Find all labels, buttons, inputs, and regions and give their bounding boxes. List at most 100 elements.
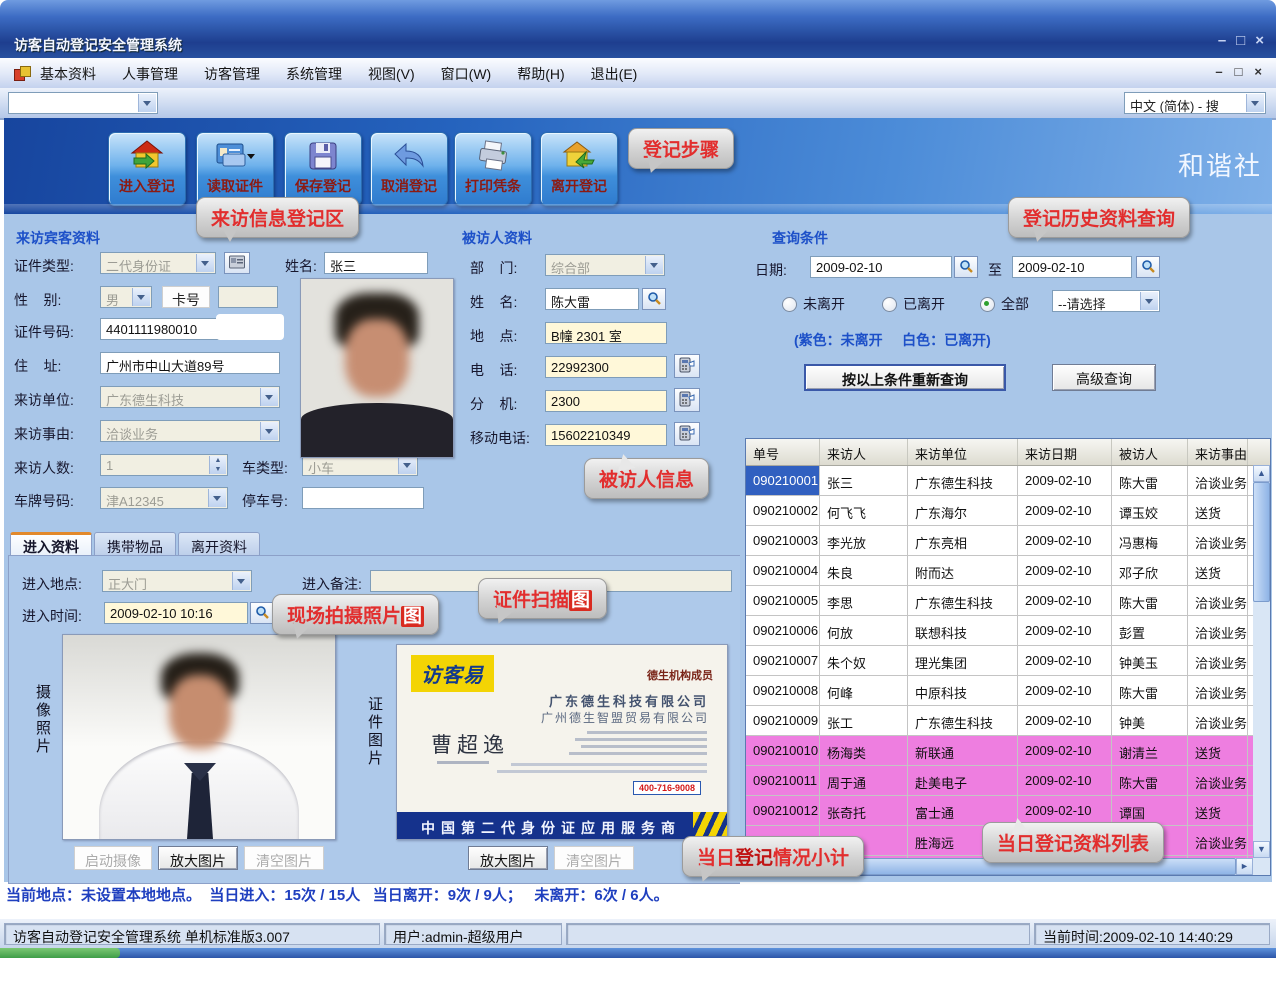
table-row[interactable]: 090210007朱个奴理光集团2009-02-10钟美玉洽谈业务: [746, 646, 1270, 676]
menu-basic-data[interactable]: 基本资料: [40, 64, 96, 84]
menu-help[interactable]: 帮助(H): [517, 64, 564, 84]
menu-exit[interactable]: 退出(E): [591, 64, 638, 84]
radio-all[interactable]: 全部: [980, 294, 1029, 314]
table-row[interactable]: 090210008何峰中原科技2009-02-10陈大雷洽谈业务: [746, 676, 1270, 706]
column-header[interactable]: 来访事由: [1188, 439, 1248, 465]
table-cell[interactable]: 090210003: [746, 526, 820, 555]
chevron-down-icon[interactable]: [132, 288, 150, 306]
table-cell[interactable]: 洽谈业务: [1188, 616, 1248, 645]
entry-time-picker-button[interactable]: [250, 602, 274, 624]
vertical-scrollbar[interactable]: ▲ ▼: [1253, 465, 1270, 858]
dept-combo[interactable]: 综合部: [545, 254, 665, 276]
table-cell[interactable]: 李思: [820, 586, 908, 615]
ext-input[interactable]: 2300: [545, 390, 667, 412]
menu-view[interactable]: 视图(V): [368, 64, 415, 84]
table-cell[interactable]: 杨海类: [820, 736, 908, 765]
date-from-input[interactable]: 2009-02-10: [810, 256, 952, 278]
table-row[interactable]: 090210004朱良附而达2009-02-10邓子欣送货: [746, 556, 1270, 586]
column-header[interactable]: 来访日期: [1018, 439, 1112, 465]
table-cell[interactable]: 送货: [1188, 736, 1248, 765]
column-header[interactable]: 来访人: [820, 439, 908, 465]
table-cell[interactable]: 090210007: [746, 646, 820, 675]
scroll-right-icon[interactable]: ►: [1236, 858, 1253, 875]
scroll-down-icon[interactable]: ▼: [1253, 841, 1270, 858]
mdi-close-icon[interactable]: ×: [1254, 64, 1262, 79]
chevron-down-icon[interactable]: [208, 489, 226, 507]
chevron-down-icon[interactable]: [196, 254, 214, 272]
table-cell[interactable]: 张奇托: [820, 796, 908, 825]
menu-window[interactable]: 窗口(W): [441, 64, 492, 84]
table-cell[interactable]: 2009-02-10: [1018, 766, 1112, 795]
spinner-arrows-icon[interactable]: ▲▼: [209, 456, 226, 474]
table-cell[interactable]: 送货: [1188, 796, 1248, 825]
mdi-minimize-icon[interactable]: –: [1215, 64, 1222, 79]
entry-time-input[interactable]: 2009-02-10 10:16: [104, 602, 248, 624]
gender-combo[interactable]: 男: [100, 286, 152, 308]
tab-leave-info[interactable]: 离开资料: [178, 532, 260, 556]
date-from-picker-button[interactable]: [954, 256, 978, 278]
zoom-card-button[interactable]: 放大图片: [468, 846, 548, 870]
cert-type-combo[interactable]: 二代身份证: [100, 252, 216, 274]
table-cell[interactable]: 联想科技: [908, 616, 1018, 645]
table-row[interactable]: 090210002何飞飞广东海尔2009-02-10谭玉姣送货: [746, 496, 1270, 526]
table-cell[interactable]: 洽谈业务: [1188, 466, 1248, 495]
table-cell[interactable]: 090210011: [746, 766, 820, 795]
read-card-button[interactable]: 读取证件: [196, 132, 274, 206]
print-ticket-button[interactable]: 打印凭条: [454, 132, 532, 206]
tab-carried-items[interactable]: 携带物品: [94, 532, 176, 556]
table-cell[interactable]: 2009-02-10: [1018, 736, 1112, 765]
mobile-input[interactable]: 15602210349: [545, 424, 667, 446]
phone-input[interactable]: 22992300: [545, 356, 667, 378]
table-cell[interactable]: 周于通: [820, 766, 908, 795]
date-to-input[interactable]: 2009-02-10: [1012, 256, 1132, 278]
table-cell[interactable]: 090210012: [746, 796, 820, 825]
table-cell[interactable]: 洽谈业务: [1188, 676, 1248, 705]
table-cell[interactable]: 090210006: [746, 616, 820, 645]
table-cell[interactable]: 2009-02-10: [1018, 586, 1112, 615]
menu-hr[interactable]: 人事管理: [122, 64, 178, 84]
table-cell[interactable]: 陈大雷: [1112, 586, 1188, 615]
table-cell[interactable]: 何峰: [820, 676, 908, 705]
menu-system[interactable]: 系统管理: [286, 64, 342, 84]
dial-phone-button[interactable]: [674, 354, 700, 378]
table-row[interactable]: 090210001张三广东德生科技2009-02-10陈大雷洽谈业务: [746, 466, 1270, 496]
table-row[interactable]: 090210010杨海类新联通2009-02-10谢清兰送货: [746, 736, 1270, 766]
column-header[interactable]: 被访人: [1112, 439, 1188, 465]
table-cell[interactable]: 钟美: [1112, 706, 1188, 735]
date-to-picker-button[interactable]: [1136, 256, 1160, 278]
table-cell[interactable]: 陈大雷: [1112, 766, 1188, 795]
mdi-restore-icon[interactable]: □: [1235, 64, 1243, 79]
table-cell[interactable]: 冯惠梅: [1112, 526, 1188, 555]
quick-select-combo[interactable]: [8, 92, 158, 114]
table-cell[interactable]: 赴美电子: [908, 766, 1018, 795]
card-no-input[interactable]: [218, 286, 278, 308]
table-cell[interactable]: 送货: [1188, 556, 1248, 585]
radio-icon[interactable]: [782, 297, 797, 312]
table-cell[interactable]: 2009-02-10: [1018, 646, 1112, 675]
menu-visitor[interactable]: 访客管理: [204, 64, 260, 84]
table-cell[interactable]: 洽谈业务: [1188, 646, 1248, 675]
tab-entry-info[interactable]: 进入资料: [10, 532, 92, 556]
location-input[interactable]: B幢 2301 室: [545, 322, 667, 344]
table-cell[interactable]: 2009-02-10: [1018, 466, 1112, 495]
table-cell[interactable]: 谢清兰: [1112, 736, 1188, 765]
table-cell[interactable]: 090210010: [746, 736, 820, 765]
table-cell[interactable]: 2009-02-10: [1018, 676, 1112, 705]
clear-card-button[interactable]: 清空图片: [554, 846, 634, 870]
table-cell[interactable]: 张工: [820, 706, 908, 735]
table-cell[interactable]: 张三: [820, 466, 908, 495]
table-cell[interactable]: 朱良: [820, 556, 908, 585]
table-cell[interactable]: 富士通: [908, 796, 1018, 825]
table-row[interactable]: 090210003李光放广东亮相2009-02-10冯惠梅洽谈业务: [746, 526, 1270, 556]
chevron-down-icon[interactable]: [260, 422, 278, 440]
table-cell[interactable]: 洽谈业务: [1188, 586, 1248, 615]
table-cell[interactable]: 090210005: [746, 586, 820, 615]
table-cell[interactable]: 广东亮相: [908, 526, 1018, 555]
restore-icon[interactable]: □: [1236, 32, 1245, 49]
table-cell[interactable]: 理光集团: [908, 646, 1018, 675]
column-header[interactable]: 来访单位: [908, 439, 1018, 465]
table-row[interactable]: 090210005李思广东德生科技2009-02-10陈大雷洽谈业务: [746, 586, 1270, 616]
save-register-button[interactable]: 保存登记: [284, 132, 362, 206]
please-select-combo[interactable]: --请选择: [1052, 290, 1160, 312]
address-input[interactable]: 广州市中山大道89号: [100, 352, 280, 374]
